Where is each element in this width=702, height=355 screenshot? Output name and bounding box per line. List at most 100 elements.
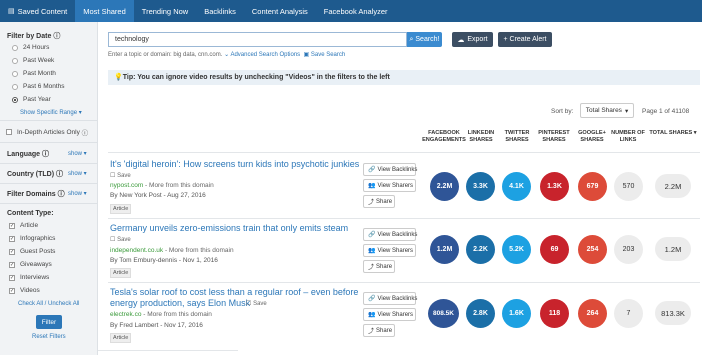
divider [0,163,97,164]
links-count[interactable]: 203 [614,235,643,264]
sort-select[interactable]: Total Shares ▾ [580,103,634,118]
content-type-guest-posts[interactable]: ✓ Guest Posts [9,248,55,255]
nav-label: Trending Now [141,6,189,16]
content-type-badge: Article [110,333,132,343]
content-type-interviews[interactable]: ✓ Interviews [9,274,49,281]
domain-link[interactable]: electrek.co [110,311,141,318]
view-backlinks-button[interactable]: 🔗 View Backlinks [363,292,417,305]
search-icon: ⌕ [409,35,414,43]
nav-label: Saved Content [17,6,68,16]
nav-content-analysis[interactable]: Content Analysis [244,0,316,22]
col-links[interactable]: NUMBER OF LINKS [610,130,646,144]
facebook-count: 808.5K [428,299,459,328]
export-button[interactable]: ☁ Export [452,32,493,47]
col-linkedin[interactable]: LINKEDIN SHARES [464,130,498,144]
nav-trending-now[interactable]: Trending Now [134,0,196,22]
radio-icon [12,70,18,77]
nav-most-shared[interactable]: Most Shared [75,0,134,22]
divider [0,203,97,204]
date-option-week[interactable]: Past Week [12,57,54,64]
search-button[interactable]: ⌕ Search! [407,32,442,47]
article-title-link-cont[interactable]: energy production, says Elon Musk [110,298,250,309]
twitter-count: 1.6K [502,299,531,328]
more-from-domain-link[interactable]: - More from this domain [143,182,214,189]
date-option-year[interactable]: Past Year [12,96,51,103]
share-button[interactable]: ⤴ Share [363,260,395,273]
links-count[interactable]: 570 [614,172,643,201]
users-icon: 👥 [368,183,376,189]
divider [0,120,97,121]
article-title-link[interactable]: Tesla's solar roof to cost less than a r… [110,287,358,298]
article-title-link[interactable]: Germany unveils zero-emissions train tha… [110,223,348,234]
advanced-search-link[interactable]: Advanced Search Options [230,52,300,58]
save-search-link[interactable]: Save Search [311,52,345,58]
checkbox-checked-icon: ✓ [9,261,15,268]
language-show-link[interactable]: show ▾ [68,150,87,157]
users-icon: 👥 [368,312,376,318]
save-link[interactable]: ☐ Save [246,300,267,307]
nav-backlinks[interactable]: Backlinks [196,0,244,22]
checkbox-checked-icon: ✓ [9,235,15,242]
date-option-24h[interactable]: 24 Hours [12,44,49,51]
check-all-link[interactable]: Check All / Uncheck All [18,301,79,307]
tip-banner: 💡Tip: You can ignore video results by un… [108,70,700,85]
bookmark-icon: ☐ [110,173,116,179]
share-icon: ⤴ [368,329,375,335]
nav-label: Facebook Analyzer [323,6,388,16]
users-icon: 👥 [368,248,376,254]
content-type-giveaways[interactable]: ✓ Giveaways [9,261,52,268]
twitter-count: 5.2K [502,235,531,264]
col-twitter[interactable]: TWITTER SHARES [500,130,534,144]
country-show-link[interactable]: show ▾ [68,170,87,177]
search-hint: Enter a topic or domain: big data, cnn.c… [108,52,346,58]
googleplus-count: 254 [578,235,607,264]
in-depth-checkbox[interactable]: In-Depth Articles Only ⓘ [6,127,88,137]
nav-facebook-analyzer[interactable]: Facebook Analyzer [316,0,396,22]
links-count[interactable]: 7 [614,299,643,328]
col-facebook[interactable]: FACEBOOK ENGAGEMENTS [422,130,466,144]
linkedin-count: 2.2K [466,235,495,264]
total-shares: 1.2M [655,237,691,261]
content-type-videos[interactable]: ✓ Videos [9,287,40,294]
content-type-infographics[interactable]: ✓ Infographics [9,235,55,242]
nav-saved-content[interactable]: ▤ Saved Content [0,0,75,22]
content-type-article[interactable]: ✓ Article [9,222,38,229]
date-option-6months[interactable]: Past 6 Months [12,83,65,90]
article-title-link[interactable]: It's 'digital heroin': How screens turn … [110,159,359,170]
reset-filters-link[interactable]: Reset Filters [32,334,66,340]
date-option-month[interactable]: Past Month [12,70,56,77]
col-total-shares[interactable]: TOTAL SHARES ▾ [648,130,698,137]
view-sharers-button[interactable]: 👥 View Sharers [363,244,416,257]
domain-link[interactable]: independent.co.uk [110,247,163,254]
view-sharers-button[interactable]: 👥 View Sharers [363,179,416,192]
googleplus-count: 679 [578,172,607,201]
filter-button[interactable]: Filter [36,315,62,329]
more-from-domain-link[interactable]: - More from this domain [141,311,212,318]
folder-icon: ▤ [8,8,15,15]
radio-icon [12,57,18,64]
sort-label: Sort by: [551,108,574,115]
filter-sidebar: Filter by Date ⓘ 24 Hours Past Week Past… [0,22,98,355]
info-icon: ⓘ [53,33,61,40]
share-button[interactable]: ⤴ Share [363,195,395,208]
show-specific-range-link[interactable]: Show Specific Range ▾ [20,109,82,116]
share-button[interactable]: ⤴ Share [363,324,395,337]
create-alert-button[interactable]: + Create Alert [498,32,552,47]
content-type-badge: Article [110,268,132,278]
col-googleplus[interactable]: GOOGLE+ SHARES [574,130,610,144]
more-from-domain-link[interactable]: - More from this domain [163,247,234,254]
search-input[interactable]: technology [108,32,407,47]
view-sharers-button[interactable]: 👥 View Sharers [363,308,416,321]
article-domain: independent.co.uk - More from this domai… [110,247,234,254]
filter-domains-heading: Filter Domains ⓘ [7,191,65,198]
save-link[interactable]: ☐ Save [110,236,131,243]
save-link[interactable]: ☐ Save [110,172,131,179]
view-backlinks-button[interactable]: 🔗 View Backlinks [363,228,417,241]
domains-show-link[interactable]: show ▾ [68,190,87,197]
caret-down-icon: ▾ [624,107,629,115]
save-icon: ▣ [303,52,310,58]
domain-link[interactable]: nypost.com [110,182,143,189]
googleplus-count: 264 [578,299,607,328]
col-pinterest[interactable]: PINTEREST SHARES [535,130,573,144]
view-backlinks-button[interactable]: 🔗 View Backlinks [363,163,417,176]
